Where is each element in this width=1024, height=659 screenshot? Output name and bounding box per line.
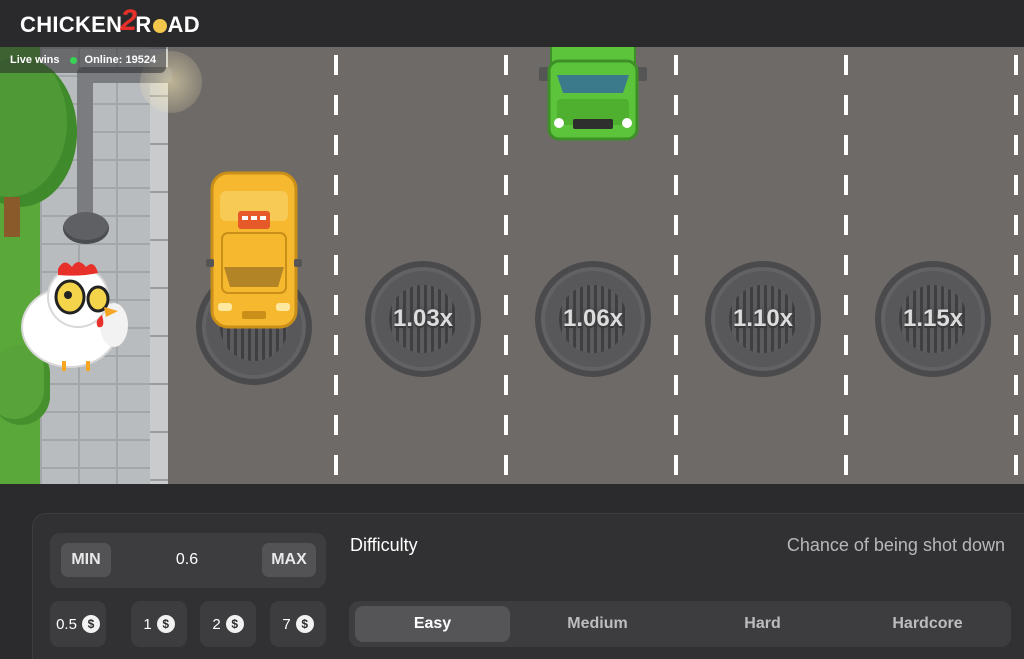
max-bet-button[interactable]: MAX	[262, 543, 316, 577]
difficulty-tab-medium[interactable]: Medium	[520, 606, 675, 642]
lane-divider	[844, 47, 848, 484]
difficulty-tab-easy[interactable]: Easy	[355, 606, 510, 642]
dollar-coin-icon: $	[295, 615, 314, 633]
tree-trunk	[4, 197, 20, 237]
multiplier-label: 1.03x	[392, 305, 454, 332]
logo-number: 2	[120, 4, 138, 37]
chicken-icon	[21, 262, 128, 371]
chip-amount: 2	[212, 615, 221, 633]
truck-icon	[539, 47, 647, 141]
street-lamp-icon	[77, 77, 93, 225]
lane-divider	[334, 47, 338, 484]
quick-bet-chip[interactable]: 0.5 $	[50, 601, 106, 647]
online-status-dot	[69, 56, 77, 64]
lane-divider	[674, 47, 678, 484]
quick-bet-chip[interactable]: 2 $	[200, 601, 256, 647]
logo-egg-icon	[152, 19, 167, 33]
live-stats-bar: Live wins Online: 19524	[0, 47, 167, 73]
manhole-step-4[interactable]: 1.15x	[875, 261, 991, 377]
taxi-icon	[206, 171, 302, 329]
dollar-coin-icon: $	[156, 615, 175, 633]
game-board: 1.03x 1.06x 1.10x 1.15x	[0, 47, 1024, 484]
bet-amount-input[interactable]: 0.6	[120, 543, 254, 577]
chip-amount: 1	[143, 615, 152, 633]
multiplier-label: 1.10x	[732, 305, 794, 332]
multiplier-label: 1.06x	[562, 305, 624, 332]
quick-bet-chip[interactable]: 1 $	[131, 601, 187, 647]
manhole-step-2[interactable]: 1.06x	[535, 261, 651, 377]
chip-amount: 0.5	[56, 615, 77, 633]
logo-text-chicken: CHICKEN	[20, 12, 123, 37]
chance-label: Chance of being shot down	[786, 535, 1005, 555]
top-bar: CHICKEN 2 R AD	[0, 0, 1024, 47]
lane-divider	[504, 47, 508, 484]
game-logo: CHICKEN 2 R AD	[20, 4, 200, 42]
logo-text-ad: AD	[167, 12, 200, 37]
min-bet-button[interactable]: MIN	[61, 543, 111, 577]
difficulty-tab-hard[interactable]: Hard	[685, 606, 840, 642]
difficulty-tab-hardcore[interactable]: Hardcore	[850, 606, 1005, 642]
multiplier-label: 1.15x	[902, 305, 964, 332]
manhole-step-1[interactable]: 1.03x	[365, 261, 481, 377]
quick-bet-chip[interactable]: 7 $	[270, 601, 326, 647]
online-count: Online: 19524	[84, 54, 157, 66]
manhole-step-3[interactable]: 1.10x	[705, 261, 821, 377]
live-wins-label[interactable]: Live wins	[10, 54, 60, 66]
chip-amount: 7	[282, 615, 291, 633]
dollar-coin-icon: $	[225, 615, 244, 633]
street-lamp-base	[63, 212, 109, 244]
lane-divider	[1014, 47, 1018, 484]
dollar-coin-icon: $	[81, 615, 100, 633]
difficulty-heading: Difficulty	[350, 535, 418, 555]
game-app: CHICKEN 2 R AD 1.03x 1.06x 1.10x 1.15x L…	[0, 0, 1024, 659]
logo-text-r: R	[135, 12, 152, 37]
online-counter: Online: 19524	[69, 54, 157, 66]
